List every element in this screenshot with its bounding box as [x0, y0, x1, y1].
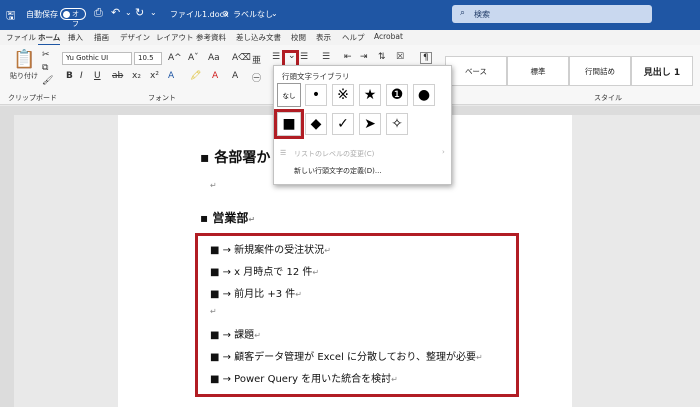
autosave-label: 自動保存 [26, 10, 58, 19]
save-icon-2[interactable]: ⎙ [94, 6, 103, 20]
char-shading-icon[interactable]: A [232, 71, 238, 81]
multilevel-icon[interactable]: ☰ [322, 52, 330, 62]
tab-help[interactable]: ヘルプ [342, 32, 365, 43]
chevron-down-icon[interactable]: ⌄ [271, 9, 278, 18]
title-bar: 🖫 自動保存 オフ ⎙ ↶ ⌄ ↻ ⌄ ファイル1.docx ⊘ ラベルなし ⌄… [0, 0, 700, 30]
bullet-circled-one[interactable]: ❶ [386, 84, 408, 106]
bullet-diamond[interactable]: ◆ [305, 113, 327, 135]
bullet-small-dot[interactable]: • [305, 84, 327, 106]
font-color-icon[interactable]: A [212, 71, 218, 81]
tab-layout[interactable]: レイアウト [156, 32, 194, 43]
tab-file[interactable]: ファイル [6, 32, 36, 43]
format-painter-icon[interactable]: 🖌 [42, 76, 53, 86]
bullets-icon[interactable]: ☰ [272, 52, 280, 62]
bullet-library-title: 行頭文字ライブラリ [282, 72, 350, 81]
sensitivity-label[interactable]: ラベルなし [233, 9, 273, 20]
ribbon-tabs: ファイル ホーム 挿入 描画 デザイン レイアウト 参考資料 差し込み文書 校閲… [0, 30, 700, 46]
cut-icon[interactable]: ✂ [42, 50, 50, 60]
vertical-ruler[interactable] [0, 115, 14, 407]
asian-layout-icon[interactable]: ☒ [396, 52, 404, 62]
bullet-star[interactable]: ★ [359, 84, 381, 106]
save-icon[interactable]: 🖫 [6, 7, 15, 26]
paste-icon[interactable]: 📋 [13, 49, 35, 70]
redo-icon[interactable]: ↻ [135, 6, 144, 19]
font-size-dropdown[interactable]: 10.5 [134, 52, 162, 65]
define-new-bullet[interactable]: 新しい行頭文字の定義(D)... [294, 166, 382, 176]
change-level-icon: ☰ [280, 149, 287, 157]
style-normal[interactable]: 標準 [507, 56, 569, 86]
search-label: 検索 [474, 10, 490, 19]
case-icon[interactable]: Aa [208, 53, 220, 63]
copy-icon[interactable]: ⧉ [42, 63, 48, 73]
chevron-right-icon: › [442, 148, 445, 156]
change-list-level: リストのレベルの変更(C) [294, 150, 375, 158]
bullet-large-dot[interactable]: ● [413, 84, 435, 106]
tab-mailings[interactable]: 差し込み文書 [236, 32, 281, 43]
highlight-icon[interactable]: 🖍 [190, 71, 201, 81]
toggle-knob [63, 11, 70, 18]
paragraph-mark: ↵ [210, 181, 217, 190]
decrease-indent-icon[interactable]: ⇤ [344, 52, 352, 62]
search-icon: ⌕ [460, 8, 466, 18]
heading-departments-text: 各部署か [214, 150, 271, 166]
tab-insert[interactable]: 挿入 [68, 32, 83, 43]
heading-departments: ▪ 各部署か [200, 150, 271, 166]
bullet-arrowhead[interactable]: ➤ [359, 113, 381, 135]
sort-icon[interactable]: ⇅ [378, 52, 386, 62]
heading-sales: ▪ 営業部↵ [200, 211, 256, 225]
clear-format-icon[interactable]: A⌫ [232, 53, 251, 63]
undo-dropdown-icon[interactable]: ⌄ [125, 8, 132, 17]
bullet-reference-mark[interactable]: ※ [332, 84, 354, 106]
highlight-square-bullet [274, 109, 304, 139]
bold-icon[interactable]: B [66, 71, 73, 81]
bullet-none[interactable]: なし [277, 83, 301, 107]
tab-home[interactable]: ホーム [38, 32, 61, 46]
shrink-font-icon[interactable]: Aˇ [188, 53, 199, 63]
tab-review[interactable]: 校閲 [291, 32, 306, 43]
sensitivity-icon: ⊘ [222, 9, 229, 18]
strikethrough-icon[interactable]: ab [112, 71, 123, 81]
tab-references[interactable]: 参考資料 [196, 32, 226, 43]
tab-view[interactable]: 表示 [316, 32, 331, 43]
file-name[interactable]: ファイル1.docx [170, 9, 229, 20]
increase-indent-icon[interactable]: ⇥ [360, 52, 368, 62]
style-base[interactable]: ベース [445, 56, 507, 86]
tab-draw[interactable]: 描画 [94, 32, 109, 43]
text-effect-icon[interactable]: A [168, 71, 174, 81]
highlight-list [195, 233, 519, 397]
enclose-char-icon[interactable]: ㊀ [252, 71, 261, 84]
font-name-dropdown[interactable]: Yu Gothic UI [62, 52, 132, 65]
bullet-sparkle[interactable]: ✧ [386, 113, 408, 135]
autosave-toggle[interactable]: オフ [60, 8, 86, 28]
bullet-checkmark[interactable]: ✓ [332, 113, 354, 135]
phonetic-icon[interactable]: 亜 [252, 53, 261, 66]
numbering-icon[interactable]: ☰ [300, 52, 308, 62]
more-icon[interactable]: ⌄ [150, 8, 157, 17]
search-box[interactable]: ⌕ 検索 [452, 5, 652, 23]
undo-icon[interactable]: ↶ [111, 6, 120, 19]
underline-icon[interactable]: U [94, 71, 101, 81]
subscript-icon[interactable]: x₂ [132, 71, 141, 81]
paste-label[interactable]: 貼り付け [10, 71, 38, 81]
heading-sales-text: 営業部 [212, 211, 249, 225]
show-marks-icon[interactable]: ¶ [420, 52, 432, 64]
autosave-state: オフ [72, 10, 79, 28]
style-no-spacing[interactable]: 行間詰め [569, 56, 631, 86]
tab-design[interactable]: デザイン [120, 32, 150, 43]
clipboard-group-label: クリップボード [8, 94, 57, 102]
superscript-icon[interactable]: x² [150, 71, 159, 81]
bullet-library-popup: 行頭文字ライブラリ なし • ※ ★ ❶ ● ■ ◆ ✓ ➤ ✧ ☰ リストのレ… [273, 65, 452, 185]
font-group-label: フォント [148, 94, 176, 102]
style-group-label: スタイル [594, 94, 622, 102]
tab-acrobat[interactable]: Acrobat [374, 32, 403, 41]
style-heading1[interactable]: 見出し 1 [631, 56, 693, 86]
italic-icon[interactable]: I [80, 71, 83, 81]
grow-font-icon[interactable]: A^ [168, 53, 182, 63]
